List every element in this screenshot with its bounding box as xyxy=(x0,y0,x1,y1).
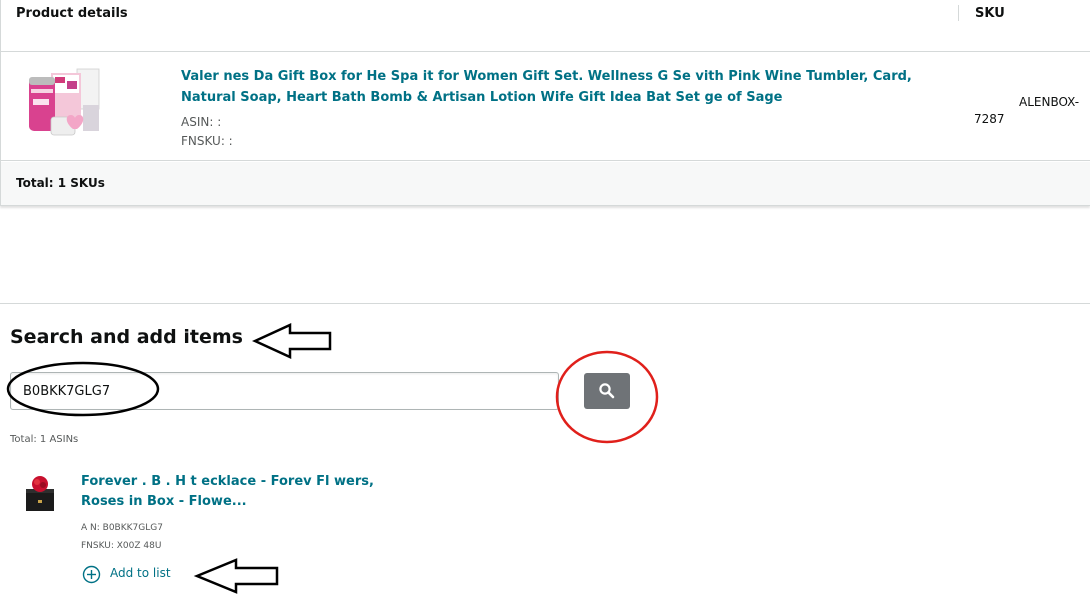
sku-value: ALENBOX- xyxy=(1019,95,1080,109)
table-row: Valer nes Da Gift Box for He Spa it for … xyxy=(1,53,1090,161)
gift-box-product-image xyxy=(25,65,103,141)
sku-total: Total: 1 SKUs xyxy=(16,176,105,190)
sku-column-header: SKU xyxy=(975,6,1005,21)
search-icon xyxy=(599,383,615,399)
product-title-link[interactable]: Valer nes Da Gift Box for He Spa it for … xyxy=(181,66,921,108)
asin-search-input[interactable] xyxy=(10,372,559,410)
plus-circle-icon xyxy=(82,565,101,584)
table-footer: Total: 1 SKUs xyxy=(1,162,1090,205)
add-to-list-label: Add to list xyxy=(110,566,171,580)
section-divider xyxy=(0,303,1090,304)
product-details-column-header: Product details xyxy=(16,6,128,21)
column-divider xyxy=(958,5,959,21)
product-fnsku: FNSKU: : xyxy=(181,134,233,148)
table-header: Product details SKU xyxy=(1,0,1090,52)
arrow-annotation xyxy=(193,558,279,594)
result-title-link[interactable]: Forever . B . H t ecklace - Forev Fl wer… xyxy=(81,472,381,512)
product-asin: ASIN: : xyxy=(181,115,222,129)
rose-box-product-image xyxy=(22,473,58,513)
search-section-heading: Search and add items xyxy=(10,326,243,348)
search-button[interactable] xyxy=(584,373,630,409)
result-fnsku: FNSKU: X00Z 48U xyxy=(81,541,162,551)
product-details-table: Product details SKU Valer nes Da Gift Bo… xyxy=(0,0,1090,206)
arrow-annotation xyxy=(251,323,332,359)
sku-value-continued: 7287 xyxy=(974,112,1005,126)
result-asin: A N: B0BKK7GLG7 xyxy=(81,523,163,533)
results-count: Total: 1 ASINs xyxy=(10,434,79,445)
